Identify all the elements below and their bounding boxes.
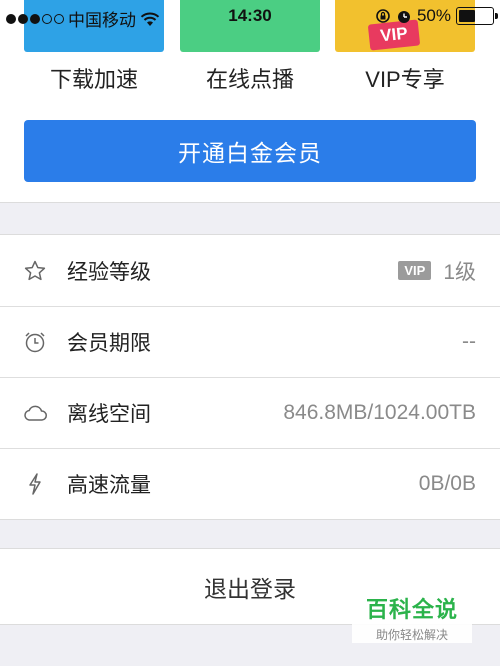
row-label: 离线空间 [67,402,151,426]
level-value: 1级 [443,260,476,284]
row-label: 会员期限 [67,331,151,355]
alarm-icon [397,11,410,23]
cloud-icon [24,405,47,421]
row-label: 高速流量 [67,473,151,497]
watermark-title: 百科全说 [365,597,458,622]
row-label: 经验等级 [67,260,151,284]
row-offline-space[interactable]: 离线空间 846.8MB/1024.00TB [0,377,500,448]
battery-percent: 50% [416,6,451,25]
alarm-clock-icon [25,331,45,352]
watermark-logo: 百科全说 助你轻松解决 [352,592,472,643]
account-info-list: 经验等级 VIP 1级 会员期限 -- 离线空间 846.8MB/1024.00… [0,234,500,520]
expiry-value: -- [462,329,476,353]
feature-label: 下载加速 [49,67,138,92]
offline-space-value: 846.8MB/1024.00TB [283,400,476,424]
open-platinum-button[interactable]: 开通白金会员 [24,120,476,182]
traffic-value: 0B/0B [418,471,476,495]
watermark-subtitle: 助你轻松解决 [375,628,448,642]
star-icon [24,260,46,280]
row-experience-level[interactable]: 经验等级 VIP 1级 [0,235,500,306]
feature-label: 在线点播 [205,67,294,92]
lightning-icon [29,472,41,495]
feature-label: VIP专享 [365,67,445,92]
status-bar: 中国移动 14:30 50% [0,0,500,34]
battery-icon [456,7,498,25]
vip-badge: VIP [398,261,432,280]
row-membership-expiry[interactable]: 会员期限 -- [0,306,500,377]
row-high-speed-traffic[interactable]: 高速流量 0B/0B [0,448,500,519]
rotation-lock-icon [376,9,390,23]
